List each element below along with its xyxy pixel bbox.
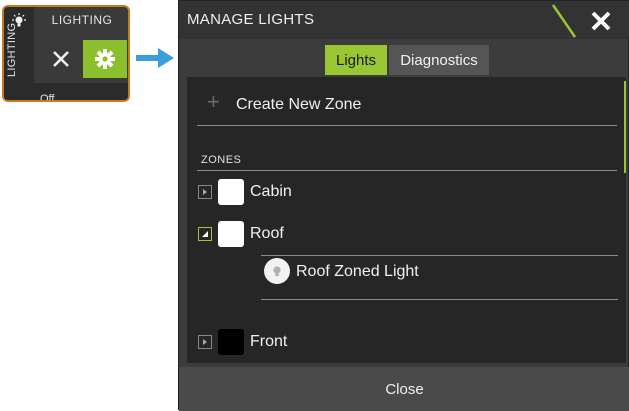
lights-panel: + Create New Zone ZONES Cabin Roof Roof … [187,77,626,363]
expand-toggle[interactable] [198,185,212,199]
lighting-widget: LIGHTING LIGHTING Off [2,5,130,102]
expand-toggle[interactable] [198,227,212,241]
divider [197,125,617,126]
dialog-title: MANAGE LIGHTS [187,11,315,28]
widget-title: LIGHTING [51,13,113,27]
arrow-right-icon [136,48,174,68]
close-button[interactable]: Close [179,367,629,411]
zone-row-front[interactable]: Front [187,327,617,357]
tab-lights[interactable]: Lights [325,45,387,75]
zone-color-swatch [218,179,244,205]
gear-icon [95,49,115,69]
tab-diagnostics[interactable]: Diagnostics [389,45,489,75]
chevron-right-icon [203,339,207,345]
chevron-right-icon [203,189,207,195]
tab-bar: Lights Diagnostics [325,45,489,77]
widget-side-label: LIGHTING [6,22,18,77]
create-new-zone-label: Create New Zone [236,96,362,113]
divider [261,299,618,300]
chevron-expanded-icon [202,231,208,237]
widget-settings-button[interactable] [83,40,127,78]
zone-color-swatch [218,221,244,247]
widget-close-button[interactable] [41,40,80,78]
light-label: Roof Zoned Light [296,263,419,280]
bulb-icon [264,258,290,284]
zone-label: Front [250,333,288,350]
zone-label: Roof [250,225,284,242]
zone-row-roof[interactable]: Roof [187,219,617,249]
widget-status: Off [34,83,128,100]
zones-header: ZONES [201,154,242,166]
expand-toggle[interactable] [198,335,212,349]
zone-label: Cabin [250,183,292,200]
dialog-header: MANAGE LIGHTS [179,1,629,39]
light-row-roof-zoned-light[interactable]: Roof Zoned Light [261,255,618,289]
zone-row-cabin[interactable]: Cabin [187,177,617,207]
widget-side-strip: LIGHTING [4,7,34,100]
create-new-zone-button[interactable]: + Create New Zone [187,89,607,121]
close-icon [52,51,69,67]
zone-color-swatch [218,329,244,355]
plus-icon: + [207,89,220,114]
divider [197,170,617,171]
dialog-close-button[interactable] [586,7,616,35]
manage-lights-dialog: MANAGE LIGHTS Lights Diagnostics + Creat… [178,0,629,411]
header-accent-slash [551,4,577,38]
scrollbar[interactable] [624,81,626,173]
close-icon [591,11,611,31]
